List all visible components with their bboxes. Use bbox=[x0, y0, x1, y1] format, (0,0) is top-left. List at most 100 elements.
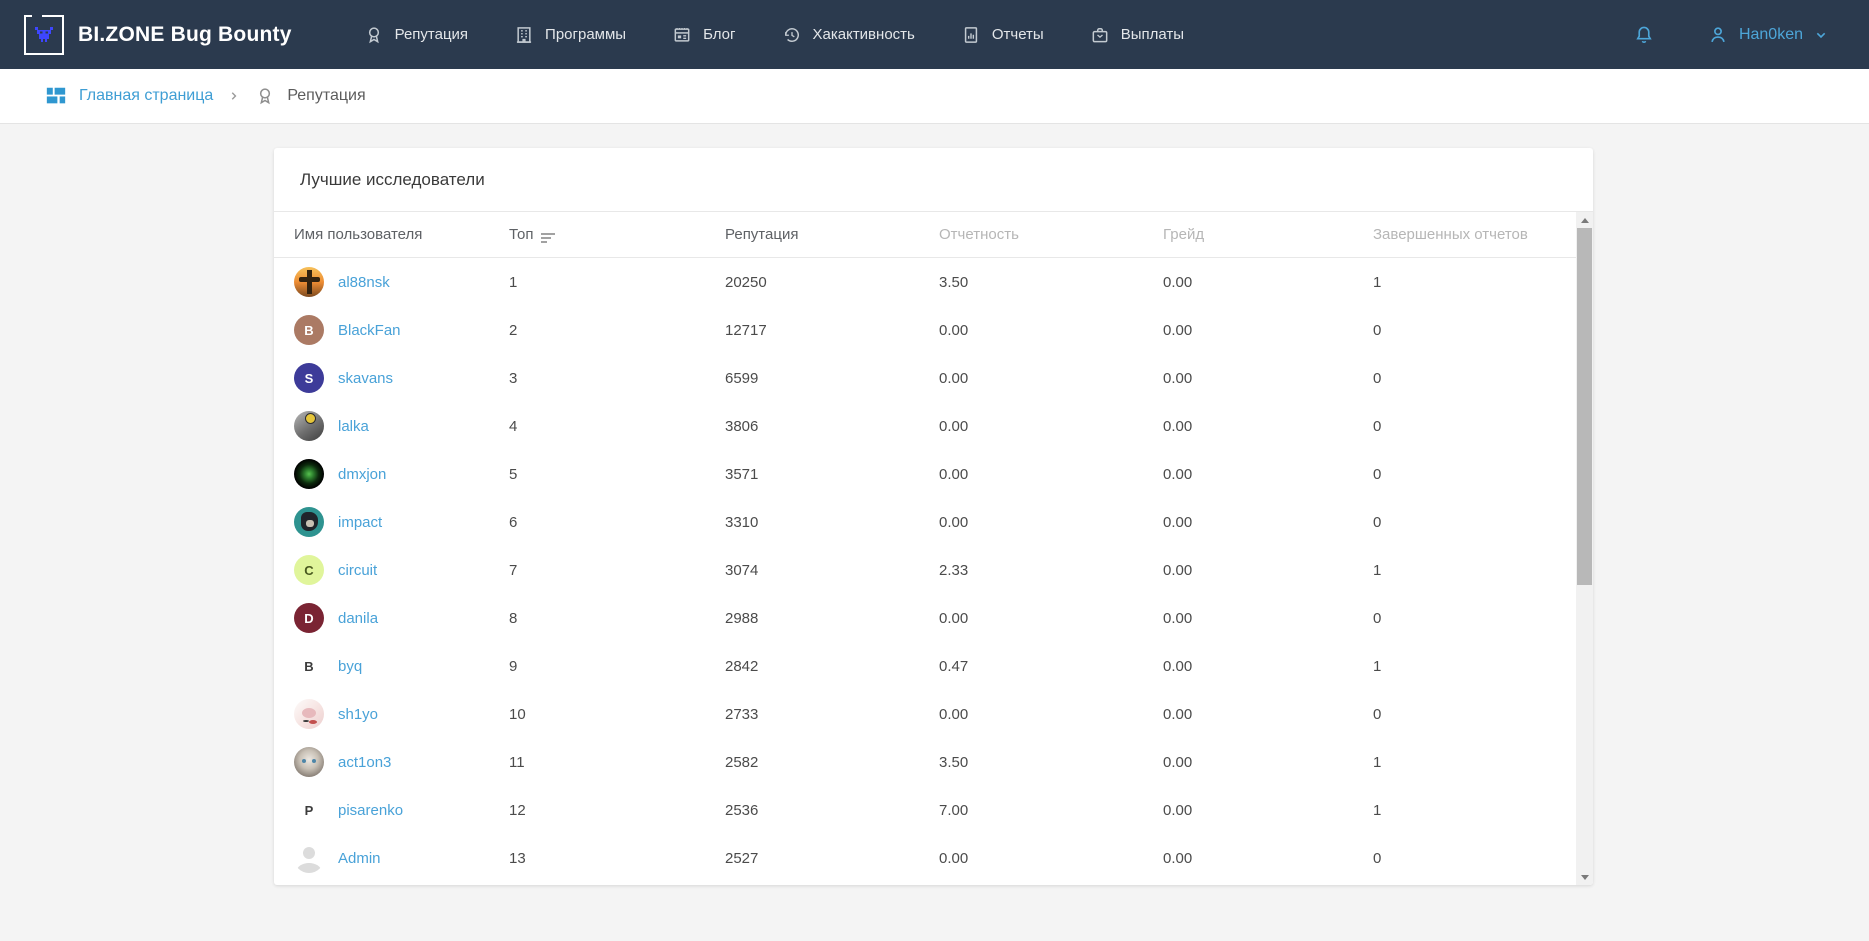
cell-completed: 1 bbox=[1373, 562, 1563, 579]
avatar bbox=[294, 411, 324, 441]
cell-reporting: 0.00 bbox=[939, 418, 1163, 435]
chevron-down-icon bbox=[1813, 27, 1829, 43]
user-cell: act1on3 bbox=[294, 747, 509, 777]
username-link[interactable]: Admin bbox=[338, 850, 381, 867]
brand[interactable]: BI.ZONE Bug Bounty bbox=[24, 15, 292, 55]
avatar bbox=[294, 843, 324, 873]
cell-reporting: 0.00 bbox=[939, 610, 1163, 627]
nav-label: Блог bbox=[703, 26, 735, 43]
user-cell: C circuit bbox=[294, 555, 509, 585]
breadcrumb-current: Репутация bbox=[255, 86, 365, 106]
column-header-reporting: Отчетность bbox=[939, 226, 1163, 243]
breadcrumb-current-label: Репутация bbox=[287, 87, 365, 105]
scrollbar-up-arrow[interactable] bbox=[1576, 212, 1593, 228]
nav-item-programs[interactable]: Программы bbox=[514, 25, 626, 45]
cell-grade: 0.00 bbox=[1163, 562, 1373, 579]
cell-completed: 0 bbox=[1373, 370, 1563, 387]
table-row: al88nsk 1 20250 3.50 0.00 1 bbox=[274, 258, 1593, 306]
username-link[interactable]: lalka bbox=[338, 418, 369, 435]
cell-reputation: 3074 bbox=[725, 562, 939, 579]
username-link[interactable]: byq bbox=[338, 658, 362, 675]
cell-grade: 0.00 bbox=[1163, 754, 1373, 771]
nav-item-hackactivity[interactable]: Хакактивность bbox=[782, 25, 915, 45]
scrollbar-down-arrow[interactable] bbox=[1576, 869, 1593, 885]
nav-right: Han0ken bbox=[1633, 24, 1829, 46]
nav-label: Выплаты bbox=[1121, 26, 1184, 43]
sort-icon[interactable] bbox=[541, 227, 555, 243]
cell-reputation: 2733 bbox=[725, 706, 939, 723]
username-link[interactable]: impact bbox=[338, 514, 382, 531]
nav-item-reports[interactable]: Отчеты bbox=[961, 25, 1044, 45]
user-cell: B BlackFan bbox=[294, 315, 509, 345]
avatar: C bbox=[294, 555, 324, 585]
nav-item-payouts[interactable]: Выплаты bbox=[1090, 25, 1184, 45]
username-link[interactable]: circuit bbox=[338, 562, 377, 579]
user-menu[interactable]: Han0ken bbox=[1707, 24, 1829, 46]
history-icon bbox=[782, 25, 802, 45]
cell-reporting: 0.00 bbox=[939, 466, 1163, 483]
username-link[interactable]: pisarenko bbox=[338, 802, 403, 819]
user-cell: S skavans bbox=[294, 363, 509, 393]
cell-reputation: 12717 bbox=[725, 322, 939, 339]
username-link[interactable]: dmxjon bbox=[338, 466, 386, 483]
breadcrumb-home-label: Главная страница bbox=[79, 87, 213, 105]
table-row: D danila 8 2988 0.00 0.00 0 bbox=[274, 594, 1593, 642]
avatar bbox=[294, 459, 324, 489]
table-row: sh1yo 10 2733 0.00 0.00 0 bbox=[274, 690, 1593, 738]
main-menu: Репутация Программы Блог bbox=[364, 25, 1184, 45]
cell-grade: 0.00 bbox=[1163, 610, 1373, 627]
cell-top: 6 bbox=[509, 514, 725, 531]
bizone-logo-icon bbox=[24, 15, 64, 55]
briefcase-icon bbox=[1090, 25, 1110, 45]
username-link[interactable]: al88nsk bbox=[338, 274, 390, 291]
cell-top: 13 bbox=[509, 850, 725, 867]
column-header-username: Имя пользователя bbox=[294, 226, 509, 243]
breadcrumb-home-link[interactable]: Главная страница bbox=[45, 85, 213, 107]
cell-completed: 0 bbox=[1373, 466, 1563, 483]
cell-reputation: 3806 bbox=[725, 418, 939, 435]
username-link[interactable]: skavans bbox=[338, 370, 393, 387]
nav-label: Отчеты bbox=[992, 26, 1044, 43]
user-cell: B byq bbox=[294, 651, 509, 681]
table-row: B BlackFan 2 12717 0.00 0.00 0 bbox=[274, 306, 1593, 354]
cell-top: 8 bbox=[509, 610, 725, 627]
dashboard-grid-icon bbox=[45, 85, 67, 107]
username-link[interactable]: act1on3 bbox=[338, 754, 391, 771]
cell-reputation: 2988 bbox=[725, 610, 939, 627]
username-current: Han0ken bbox=[1739, 26, 1803, 44]
cell-reporting: 0.00 bbox=[939, 850, 1163, 867]
username-link[interactable]: danila bbox=[338, 610, 378, 627]
avatar bbox=[294, 747, 324, 777]
cell-top: 1 bbox=[509, 274, 725, 291]
cell-top: 10 bbox=[509, 706, 725, 723]
cell-reporting: 3.50 bbox=[939, 274, 1163, 291]
column-header-top[interactable]: Топ bbox=[509, 226, 725, 243]
table-row: act1on3 11 2582 3.50 0.00 1 bbox=[274, 738, 1593, 786]
column-header-completed: Завершенных отчетов bbox=[1373, 226, 1546, 243]
cell-completed: 0 bbox=[1373, 514, 1563, 531]
nav-label: Программы bbox=[545, 26, 626, 43]
cell-reporting: 0.00 bbox=[939, 514, 1163, 531]
column-header-reputation: Репутация bbox=[725, 226, 939, 243]
cell-top: 12 bbox=[509, 802, 725, 819]
top-nav: BI.ZONE Bug Bounty Репутация Программы bbox=[0, 0, 1869, 69]
cell-completed: 1 bbox=[1373, 274, 1563, 291]
cell-reputation: 3310 bbox=[725, 514, 939, 531]
avatar: D bbox=[294, 603, 324, 633]
nav-item-blog[interactable]: Блог bbox=[672, 25, 735, 45]
cell-reputation: 3571 bbox=[725, 466, 939, 483]
cell-reporting: 0.00 bbox=[939, 370, 1163, 387]
nav-item-reputation[interactable]: Репутация bbox=[364, 25, 468, 45]
avatar: B bbox=[294, 651, 324, 681]
scrollbar-thumb[interactable] bbox=[1577, 228, 1592, 585]
best-researchers-card: Лучшие исследователи Имя пользователя То… bbox=[274, 148, 1593, 885]
cell-reporting: 3.50 bbox=[939, 754, 1163, 771]
user-cell: impact bbox=[294, 507, 509, 537]
cell-grade: 0.00 bbox=[1163, 850, 1373, 867]
bell-icon[interactable] bbox=[1633, 24, 1655, 46]
medal-icon bbox=[364, 25, 384, 45]
vertical-scrollbar[interactable] bbox=[1576, 212, 1593, 885]
column-header-grade: Грейд bbox=[1163, 226, 1373, 243]
username-link[interactable]: BlackFan bbox=[338, 322, 401, 339]
username-link[interactable]: sh1yo bbox=[338, 706, 378, 723]
